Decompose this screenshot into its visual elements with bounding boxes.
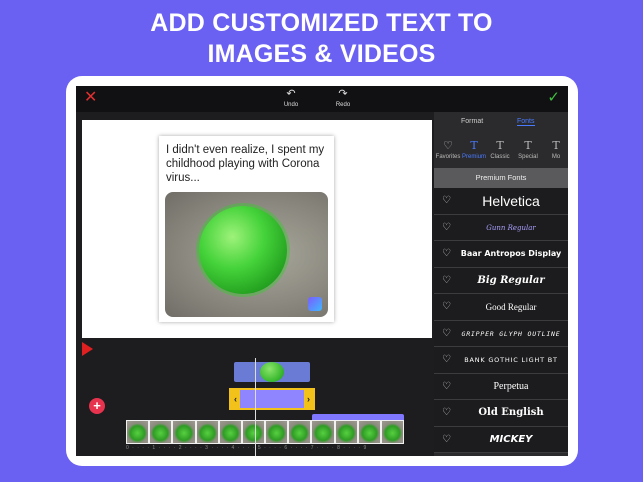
spiky-ball-image: [199, 206, 287, 294]
font-item-gripper[interactable]: ♡ GRIPPER GLYPH OUTLINE: [434, 320, 568, 347]
font-panel: Format Fonts ♡ Favorites T Premium T Cla…: [434, 112, 568, 456]
font-name: Gunn Regular: [486, 223, 536, 232]
font-item-mickey[interactable]: ♡ Mickey: [434, 426, 568, 453]
film-frame: [172, 420, 196, 444]
top-toolbar: ✕ ↶ Undo ↷ Redo ✓: [76, 86, 568, 112]
playhead[interactable]: [255, 358, 256, 456]
heart-icon[interactable]: ♡: [442, 301, 451, 313]
category-favorites[interactable]: ♡ Favorites: [434, 139, 462, 161]
font-name: Helvetica: [482, 193, 540, 209]
film-frame: [380, 420, 405, 444]
time-ruler: 0 · · · · 1 · · · · 2 · · · · 3 · · · · …: [126, 445, 368, 451]
category-classic[interactable]: T Classic: [486, 139, 514, 161]
done-check-icon[interactable]: ✓: [547, 89, 560, 106]
redo-icon: ↷: [338, 88, 348, 100]
font-name: Mickey: [489, 433, 533, 445]
undo-icon: ↶: [286, 88, 296, 100]
headline-line-1: ADD CUSTOMIZED TEXT TO: [150, 9, 493, 37]
font-name: GRIPPER GLYPH OUTLINE: [461, 329, 561, 338]
font-item-baar-antropos[interactable]: ♡ Baar Antropos Display: [434, 241, 568, 268]
film-frame: [288, 420, 312, 444]
trim-handle-left[interactable]: ‹: [231, 390, 240, 408]
heart-icon[interactable]: ♡: [442, 407, 451, 419]
font-item-helvetica[interactable]: ♡ Helvetica: [434, 188, 568, 215]
app-screen: ✕ ↶ Undo ↷ Redo ✓ I didn't even realize,…: [76, 86, 568, 456]
redo-label: Redo: [335, 102, 351, 108]
film-frame: [265, 420, 289, 444]
meme-caption[interactable]: I didn't even realize, I spent my childh…: [166, 143, 331, 185]
clip-thumbnail-image: [260, 362, 284, 382]
watermark-logo: [308, 297, 322, 311]
category-label: Premium: [461, 154, 486, 160]
film-frame: [311, 420, 335, 444]
font-name: Old English: [478, 407, 544, 418]
font-item-good-regular[interactable]: ♡ Good Regular: [434, 294, 568, 321]
heart-icon[interactable]: ♡: [442, 434, 451, 446]
text-icon: T: [552, 139, 560, 152]
font-list: ♡ Helvetica ♡ Gunn Regular ♡ Baar Antrop…: [434, 188, 568, 453]
text-icon: T: [496, 139, 504, 152]
tab-format[interactable]: Format: [461, 118, 483, 125]
panel-tabs: Format Fonts: [434, 118, 568, 132]
film-frame: [334, 420, 358, 444]
font-name: Good Regular: [485, 302, 537, 312]
add-button[interactable]: +: [89, 398, 105, 414]
font-name: Perpetua: [493, 380, 529, 392]
category-more[interactable]: T Mo: [542, 139, 568, 161]
section-premium-fonts: Premium Fonts: [434, 168, 568, 188]
heart-icon[interactable]: ♡: [442, 275, 451, 287]
trim-handle-right[interactable]: ›: [304, 390, 313, 408]
film-frame: [241, 420, 266, 444]
category-special[interactable]: T Special: [514, 139, 542, 161]
heart-icon[interactable]: ♡: [442, 381, 451, 393]
film-frame: [149, 420, 173, 444]
undo-button[interactable]: ↶ Undo: [276, 88, 306, 109]
category-label: Mo: [551, 154, 561, 160]
text-icon: T: [470, 139, 478, 152]
text-icon: T: [524, 139, 532, 152]
clip-thumbnail[interactable]: [234, 362, 310, 382]
play-icon[interactable]: [82, 342, 93, 356]
font-name: Bank Gothic Light BT: [464, 356, 558, 364]
video-filmstrip[interactable]: [126, 420, 405, 444]
font-item-perpetua[interactable]: ♡ Perpetua: [434, 373, 568, 400]
tablet-frame: ✕ ↶ Undo ↷ Redo ✓ I didn't even realize,…: [66, 76, 578, 466]
heart-icon[interactable]: ♡: [442, 222, 451, 234]
category-premium[interactable]: T Premium: [460, 139, 488, 161]
film-frame: [126, 420, 150, 444]
close-icon[interactable]: ✕: [84, 90, 97, 106]
font-item-gunn[interactable]: ♡ Gunn Regular: [434, 214, 568, 241]
film-frame: [195, 420, 219, 444]
font-name: Big Regular: [477, 274, 545, 286]
film-frame: [357, 420, 381, 444]
heart-icon[interactable]: ♡: [442, 354, 451, 366]
heart-icon[interactable]: ♡: [442, 328, 451, 340]
category-label: Classic: [490, 154, 510, 160]
redo-button[interactable]: ↷ Redo: [328, 88, 358, 109]
meme-card[interactable]: I didn't even realize, I spent my childh…: [159, 136, 334, 322]
heart-icon[interactable]: ♡: [442, 248, 451, 260]
font-categories: ♡ Favorites T Premium T Classic T Specia…: [434, 139, 568, 167]
heart-icon[interactable]: ♡: [442, 195, 451, 207]
undo-label: Undo: [283, 102, 299, 108]
headline-line-2: IMAGES & VIDEOS: [207, 40, 436, 68]
heart-icon: ♡: [443, 139, 453, 152]
headline: ADD CUSTOMIZED TEXT TO IMAGES & VIDEOS: [0, 8, 643, 70]
category-label: Favorites: [435, 154, 461, 160]
tab-fonts[interactable]: Fonts: [517, 118, 535, 126]
text-track-selected[interactable]: ‹ ›: [229, 388, 315, 410]
timeline: ‹ › 0 · · · · 1 · · · · 2 · · · · 3 · · …: [76, 358, 434, 456]
font-item-big-regular[interactable]: ♡ Big Regular: [434, 267, 568, 294]
font-item-bank-gothic[interactable]: ♡ Bank Gothic Light BT: [434, 347, 568, 374]
film-frame: [218, 420, 242, 444]
font-item-old-english[interactable]: ♡ Old English: [434, 400, 568, 427]
font-name: Baar Antropos Display: [460, 249, 562, 258]
category-label: Special: [518, 154, 538, 160]
meme-image: [165, 192, 328, 317]
editor-canvas[interactable]: I didn't even realize, I spent my childh…: [82, 120, 432, 338]
